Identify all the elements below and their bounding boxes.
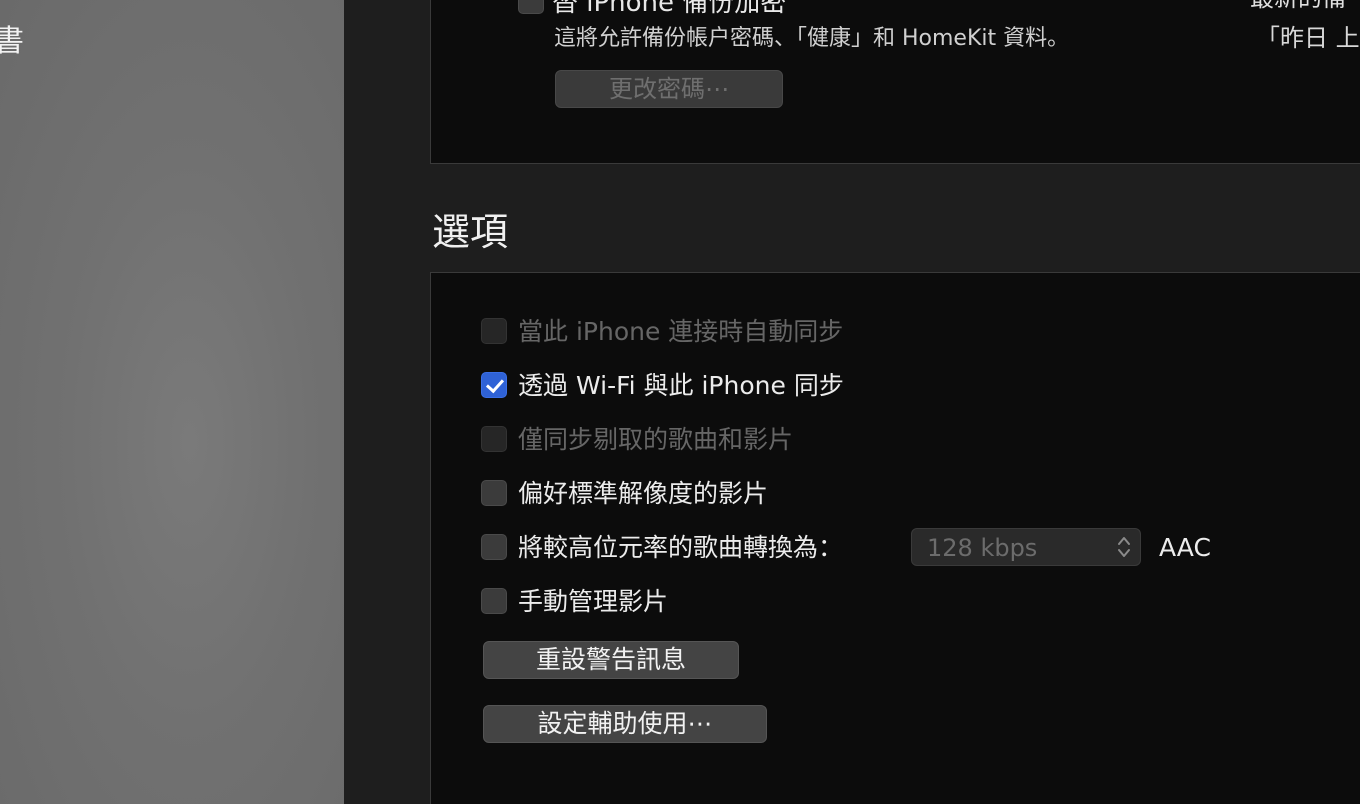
change-password-button[interactable]: 更改密碼⋯ <box>555 70 783 108</box>
encrypt-backup-label: 替 iPhone 備份加密 <box>552 0 787 18</box>
reset-warnings-button[interactable]: 重設警告訊息 <box>483 641 739 679</box>
sync-checked-only-label: 僅同步剔取的歌曲和影片 <box>518 425 794 454</box>
sync-checked-only-checkbox[interactable] <box>481 426 507 452</box>
encrypt-backup-description: 這將允許備份帳户密碼、「健康」和 HomeKit 資料。 <box>554 26 1070 51</box>
prefer-sd-video-label: 偏好標準解像度的影片 <box>518 479 769 508</box>
auto-sync-checkbox[interactable] <box>481 318 507 344</box>
auto-sync-label: 當此 iPhone 連接時自動同步 <box>518 317 844 346</box>
wifi-sync-checkbox[interactable] <box>481 372 507 398</box>
encrypt-backup-checkbox[interactable] <box>518 0 544 14</box>
convert-bitrate-label: 將較高位元率的歌曲轉換為： <box>518 533 844 562</box>
configure-accessibility-button[interactable]: 設定輔助使用⋯ <box>483 705 767 743</box>
format-label: AAC <box>1159 533 1211 562</box>
sidebar-dimmed: 書 <box>0 0 344 804</box>
manual-video-checkbox[interactable] <box>481 588 507 614</box>
manual-video-label: 手動管理影片 <box>518 587 669 616</box>
bitrate-value: 128 kbps <box>927 534 1038 562</box>
prefer-sd-video-checkbox[interactable] <box>481 480 507 506</box>
latest-backup-value: 「昨日 上 <box>1256 24 1360 52</box>
bitrate-select[interactable]: 128 kbps <box>911 528 1141 566</box>
chevron-up-down-icon <box>1118 537 1130 557</box>
convert-bitrate-checkbox[interactable] <box>481 534 507 560</box>
wifi-sync-label: 透過 Wi-Fi 與此 iPhone 同步 <box>518 371 844 400</box>
latest-backup-label: 最新的備 <box>1250 0 1346 13</box>
itunes-device-summary: 書 替 iPhone 備份加密 這將允許備份帳户密碼、「健康」和 HomeKit… <box>0 0 1360 804</box>
sidebar-item-label: 書 <box>0 24 24 59</box>
options-section-title: 選項 <box>432 210 509 254</box>
gutter <box>344 0 430 804</box>
